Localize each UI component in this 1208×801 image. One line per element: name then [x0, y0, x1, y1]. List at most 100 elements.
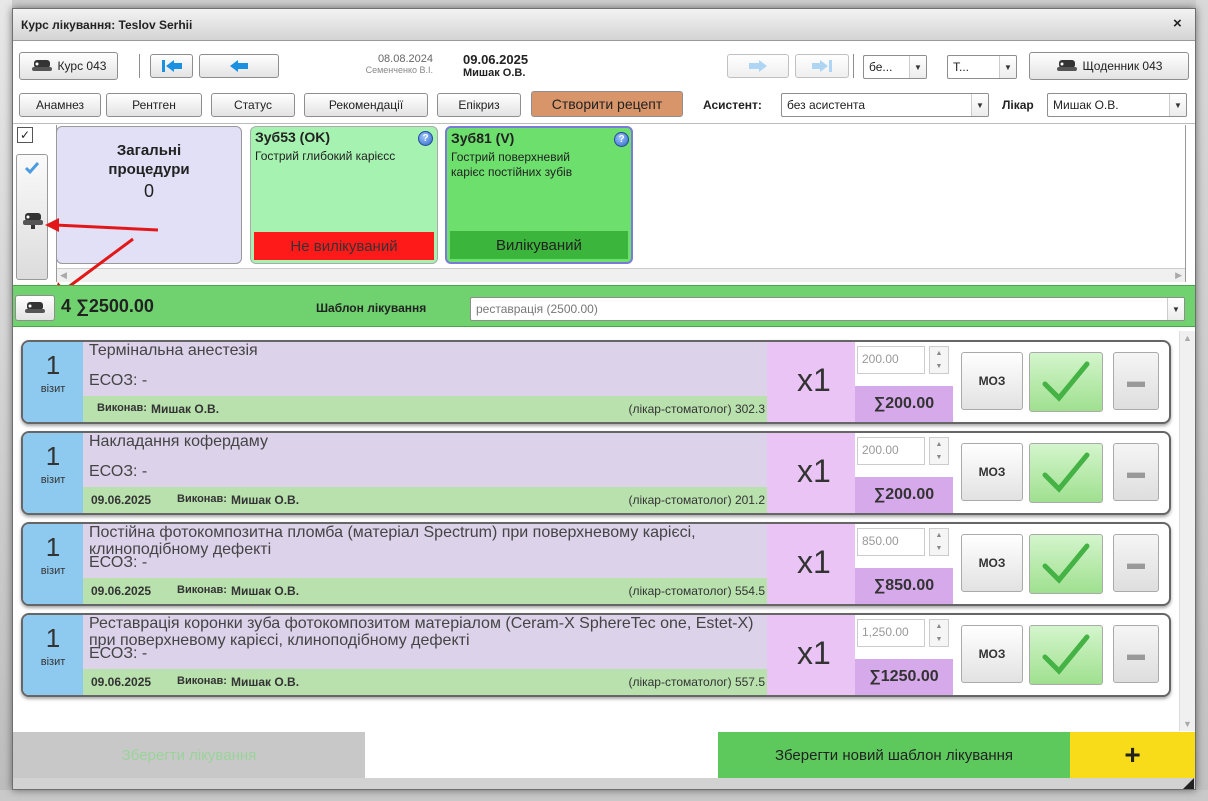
procedure-date: 09.06.2025 [91, 675, 152, 689]
procedure-date: 09.06.2025 [91, 493, 152, 507]
assistant-label: Асистент: [703, 98, 762, 112]
background-left [0, 0, 12, 801]
tooth-card-status: Не вилікуваний [254, 232, 434, 260]
next-record-button[interactable] [727, 54, 789, 78]
procedure-row: 1 візит Термінальна анестезія ЕСОЗ: - Вик… [21, 340, 1171, 424]
current-visit-doctor: Мишак О.В. [463, 67, 526, 79]
diary-button[interactable]: Щоденник 043 [1029, 52, 1189, 80]
executor-name: Мишак О.В. [231, 675, 300, 689]
procedure-name: Накладання кофердаму [89, 433, 268, 450]
tooth-card-title: Зуб53 (OK) [255, 129, 330, 145]
background-right [1196, 0, 1208, 801]
checkmark-icon [1042, 452, 1090, 493]
toolbar-divider [853, 54, 854, 78]
first-record-button[interactable] [150, 54, 193, 78]
treatment-course-window: Курс лікування: Teslov Serhii × Курс 043… [12, 8, 1196, 790]
save-treatment-button[interactable]: Зберегти лікування [13, 732, 365, 778]
price-input[interactable]: 850.00 [857, 528, 925, 556]
open-procedures-button[interactable] [15, 295, 55, 321]
procedure-name: Термінальна анестезія [89, 342, 258, 359]
filter-dropdown-1[interactable]: бе... ▼ [863, 55, 927, 79]
executor-info: (лікар-стоматолог) 302.3 [628, 402, 765, 416]
remove-button[interactable]: ▬ [1113, 443, 1159, 501]
moz-button[interactable]: МОЗ [961, 534, 1023, 592]
scroll-right-icon[interactable]: ▶ [1175, 270, 1182, 281]
doctor-select[interactable]: Мишак О.В. ▼ [1047, 93, 1187, 117]
minus-icon: ▬ [1127, 370, 1145, 391]
scroll-down-icon[interactable]: ▼ [1183, 719, 1192, 729]
moz-button[interactable]: МОЗ [961, 625, 1023, 683]
moz-button[interactable]: МОЗ [961, 352, 1023, 410]
tooth-card-53[interactable]: Зуб53 (OK) ? Гострий глибокий карієсс Не… [250, 126, 438, 264]
dental-chair-icon[interactable] [22, 211, 44, 229]
vertical-scrollbar[interactable]: ▲ ▼ [1179, 331, 1195, 731]
tab-epicrisis[interactable]: Епікриз [437, 93, 521, 117]
procedure-quantity: x1 [767, 615, 855, 695]
last-record-button[interactable] [795, 54, 849, 78]
procedure-quantity: x1 [767, 524, 855, 604]
complete-button[interactable] [1029, 625, 1103, 685]
filter-dropdown-2[interactable]: Т... ▼ [947, 55, 1017, 79]
chevron-down-icon: ▼ [999, 56, 1016, 78]
procedure-esoz: ЕСОЗ: - [89, 463, 148, 480]
general-procedures-card[interactable]: Загальні процедури 0 [56, 126, 242, 264]
complete-button[interactable] [1029, 443, 1103, 503]
arrow-left-icon [230, 60, 248, 72]
chevron-down-icon: ▼ [909, 56, 926, 78]
procedure-sum: ∑1250.00 [855, 659, 953, 695]
price-input[interactable]: 1,250.00 [857, 619, 925, 647]
dental-chair-icon [31, 60, 52, 71]
complete-button[interactable] [1029, 352, 1103, 412]
horizontal-scrollbar[interactable]: ◀ ▶ [57, 268, 1185, 282]
add-button[interactable]: + [1070, 732, 1195, 778]
minus-icon: ▬ [1127, 552, 1145, 573]
save-template-button[interactable]: Зберегти новий шаблон лікування [718, 732, 1070, 778]
checkmark-icon [1042, 361, 1090, 402]
complete-button[interactable] [1029, 534, 1103, 594]
previous-record-button[interactable] [199, 54, 279, 78]
general-procedures-title: Загальні процедури [108, 142, 190, 178]
chevron-down-icon: ▼ [1169, 94, 1186, 116]
tab-status[interactable]: Статус [211, 93, 295, 117]
course-button[interactable]: Курс 043 [19, 52, 118, 80]
price-stepper[interactable]: ▲ ▼ [929, 346, 949, 374]
create-prescription-button[interactable]: Створити рецепт [531, 91, 683, 117]
price-input[interactable]: 200.00 [857, 346, 925, 374]
price-stepper[interactable]: ▲ ▼ [929, 437, 949, 465]
executor-label: Виконав: [177, 584, 227, 596]
tab-anamnez[interactable]: Анамнез [19, 93, 101, 117]
remove-button[interactable]: ▬ [1113, 625, 1159, 683]
remove-button[interactable]: ▬ [1113, 352, 1159, 410]
help-icon[interactable]: ? [614, 132, 629, 147]
chevron-down-icon: ▼ [1167, 298, 1184, 320]
tab-recommendations[interactable]: Рекомендації [304, 93, 428, 117]
visit-badge: 1 візит [23, 524, 83, 604]
template-select[interactable]: реставрація (2500.00) ▼ [470, 297, 1185, 321]
skip-last-icon [812, 60, 832, 72]
scroll-up-icon[interactable]: ▲ [1183, 333, 1192, 343]
help-icon[interactable]: ? [418, 131, 433, 146]
previous-visit-info: 08.08.2024 Семенченко В.І. [313, 53, 433, 75]
price-stepper[interactable]: ▲ ▼ [929, 619, 949, 647]
toolbar-divider [139, 54, 140, 78]
remove-button[interactable]: ▬ [1113, 534, 1159, 592]
executor-info: (лікар-стоматолог) 554.5 [628, 584, 765, 598]
tab-xray[interactable]: Рентген [106, 93, 202, 117]
tooth-card-status: Вилікуваний [450, 231, 628, 259]
side-panel [16, 154, 48, 280]
executor-name: Мишак О.В. [151, 402, 220, 416]
close-icon[interactable]: × [1173, 15, 1182, 32]
executor-label: Виконав: [177, 493, 227, 505]
visit-number: 1 [45, 350, 61, 380]
tooth-card-81[interactable]: Зуб81 (V) ? Гострий поверхневий карієс п… [445, 126, 633, 264]
procedure-name: Реставрація коронки зуба фотокомпозитом … [89, 615, 754, 649]
select-all-checkbox[interactable]: ✓ [17, 127, 33, 143]
moz-button[interactable]: МОЗ [961, 443, 1023, 501]
resize-grip-icon[interactable] [1183, 778, 1194, 789]
procedure-sum: ∑850.00 [855, 568, 953, 604]
scroll-left-icon[interactable]: ◀ [60, 270, 67, 281]
price-input[interactable]: 200.00 [857, 437, 925, 465]
assistant-select[interactable]: без асистента ▼ [781, 93, 989, 117]
price-stepper[interactable]: ▲ ▼ [929, 528, 949, 556]
current-visit-info: 09.06.2025 Мишак О.В. [463, 52, 528, 79]
